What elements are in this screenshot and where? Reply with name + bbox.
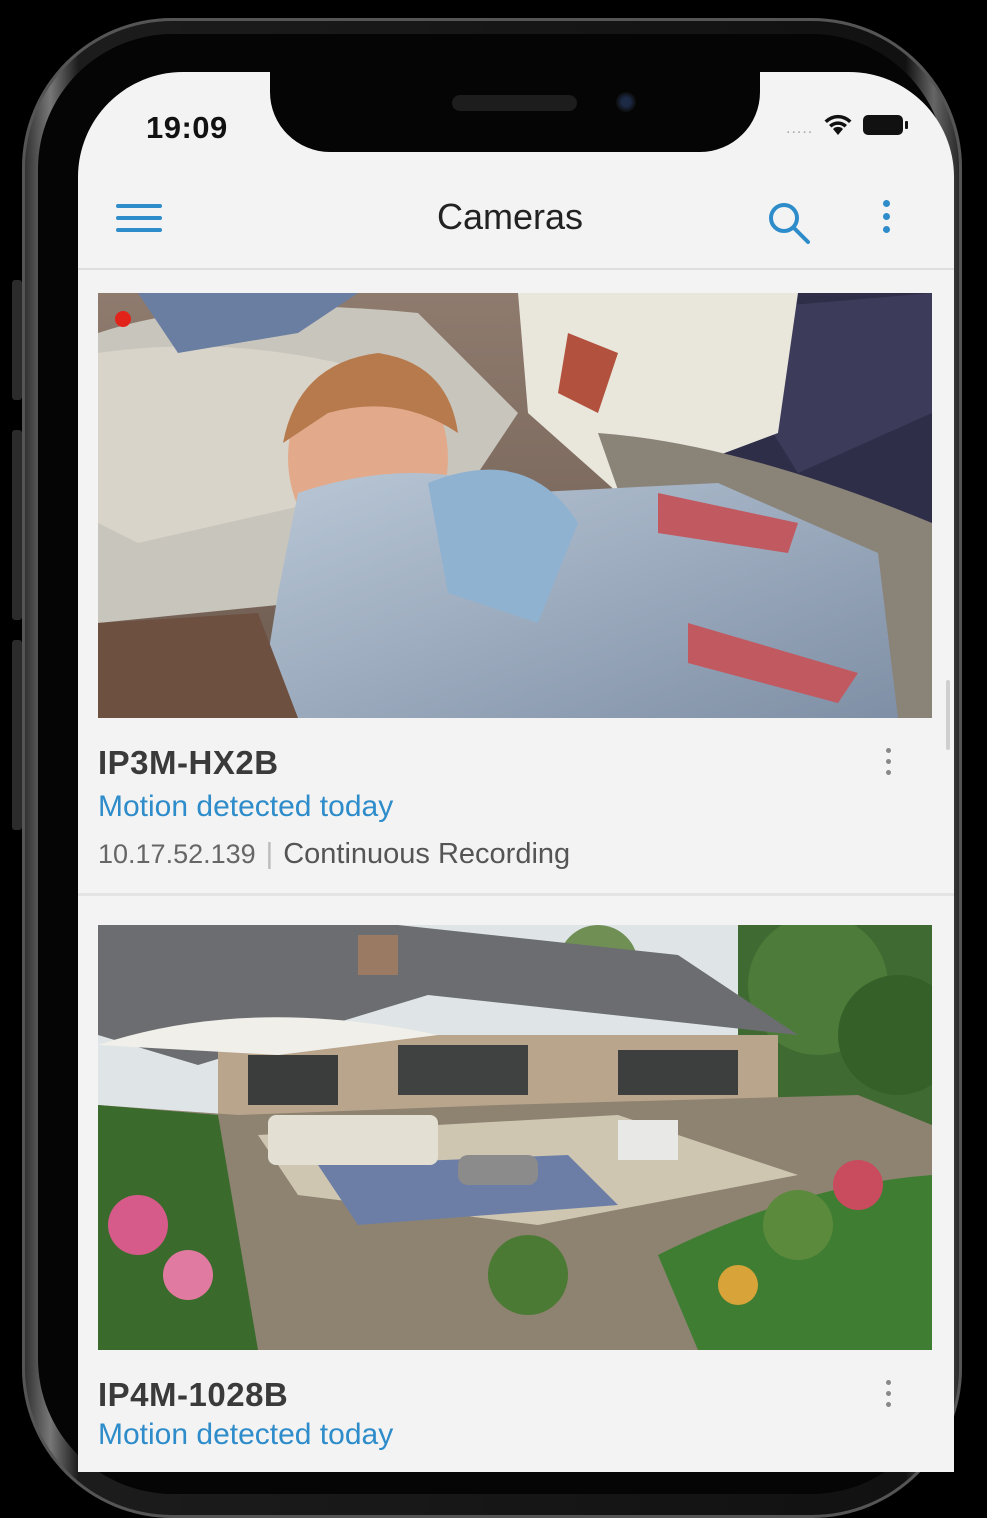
camera-1-recording-mode: Continuous Recording [283, 838, 571, 870]
camera-1-meta: 10.17.52.139 | Continuous Recording [98, 838, 570, 871]
camera-thumbnail-2[interactable] [98, 925, 932, 1350]
meta-separator: | [265, 838, 274, 870]
status-icons: ..... [786, 112, 909, 138]
menu-icon[interactable] [116, 204, 162, 238]
earpiece-speaker [452, 95, 577, 111]
scrollbar[interactable] [946, 680, 950, 750]
mute-switch [12, 280, 22, 400]
camera-1-ip: 10.17.52.139 [98, 839, 256, 869]
status-time: 19:09 [146, 110, 228, 145]
camera-2-more-icon[interactable] [878, 1380, 898, 1414]
search-icon[interactable] [764, 198, 812, 246]
phone-notch [270, 72, 760, 152]
volume-up-button [12, 430, 22, 620]
camera-name-1[interactable]: IP3M-HX2B [98, 744, 279, 782]
recording-indicator [115, 311, 131, 327]
page-title: Cameras [436, 196, 584, 237]
camera-1-more-icon[interactable] [878, 748, 898, 782]
camera-thumbnail-1[interactable] [98, 293, 932, 718]
wifi-icon [824, 114, 852, 135]
camera-1-status: Motion detected today [98, 790, 394, 823]
signal-indicator: ..... [786, 120, 814, 137]
battery-icon [863, 115, 909, 135]
more-vertical-icon[interactable] [874, 200, 898, 242]
volume-down-button [12, 640, 22, 830]
front-camera [616, 92, 636, 112]
camera-2-status: Motion detected today [98, 1418, 394, 1451]
card-divider [78, 893, 954, 896]
camera-name-2[interactable]: IP4M-1028B [98, 1376, 288, 1414]
